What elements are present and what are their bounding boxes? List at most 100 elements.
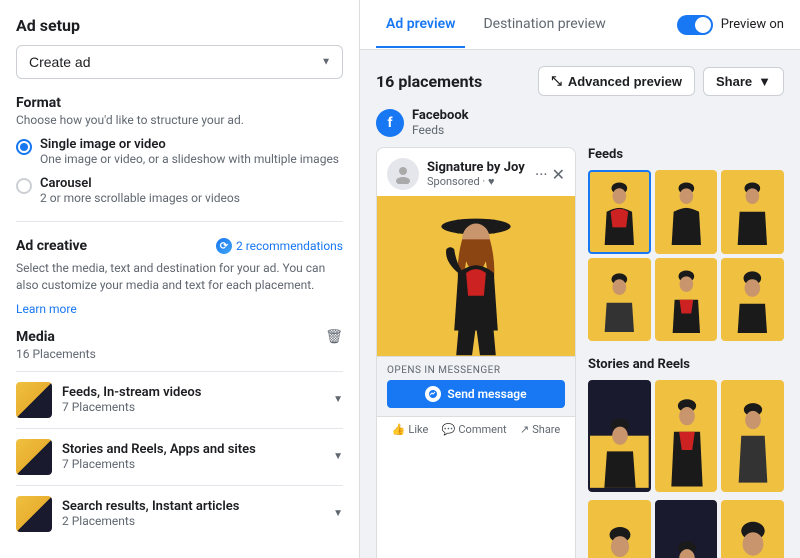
placement-chevron-stories: ▼ bbox=[333, 451, 343, 462]
feeds-thumb-grid bbox=[588, 170, 784, 341]
story-thumb-6[interactable] bbox=[721, 500, 784, 558]
placement-count-feeds: 7 Placements bbox=[62, 400, 333, 414]
trash-icon[interactable]: 🗑 bbox=[325, 329, 343, 345]
create-ad-dropdown-wrap[interactable]: Create ad ▼ bbox=[16, 45, 343, 79]
tab-ad-preview[interactable]: Ad preview bbox=[376, 2, 465, 48]
like-label: Like bbox=[408, 423, 428, 436]
fb-platform-name: Facebook bbox=[412, 108, 469, 123]
story-thumb-3[interactable] bbox=[721, 380, 784, 491]
like-icon: 👍 bbox=[392, 423, 406, 436]
reaction-comment[interactable]: 💬 Comment bbox=[442, 423, 507, 436]
ad-actions: ··· ✕ bbox=[535, 165, 565, 184]
placement-item-stories[interactable]: Stories and Reels, Apps and sites 7 Plac… bbox=[16, 428, 343, 485]
preview-toggle: Preview on bbox=[677, 15, 784, 35]
format-carousel-sub: 2 or more scrollable images or videos bbox=[40, 191, 240, 205]
learn-more-link[interactable]: Learn more bbox=[16, 302, 77, 316]
preview-main: Signature by Joy Sponsored · ♥ ··· ✕ bbox=[376, 147, 784, 558]
tab-destination-preview[interactable]: Destination preview bbox=[473, 2, 615, 48]
story-thumb-1[interactable] bbox=[588, 380, 651, 491]
format-single-label: Single image or video bbox=[40, 137, 339, 152]
ad-cta-button[interactable]: Send message bbox=[387, 380, 565, 408]
ad-cta-label: OPENS IN MESSENGER bbox=[387, 365, 565, 376]
placement-thumb-inner-feeds bbox=[16, 382, 52, 418]
feed-thumb-5[interactable] bbox=[655, 258, 718, 342]
messenger-icon bbox=[425, 386, 441, 402]
format-section: Format Choose how you'd like to structur… bbox=[16, 95, 343, 205]
reaction-share[interactable]: ↗ Share bbox=[520, 423, 560, 436]
placement-chevron-search: ▼ bbox=[333, 508, 343, 519]
feeds-section-title: Feeds bbox=[588, 147, 784, 162]
recommendations-badge: ⟳ 2 recommendations bbox=[216, 238, 343, 254]
placement-thumb-inner-search bbox=[16, 496, 52, 532]
feed-thumb-2[interactable] bbox=[655, 170, 718, 254]
ad-page-name: Signature by Joy bbox=[427, 160, 535, 175]
placement-thumb-feeds bbox=[16, 382, 52, 418]
placement-count-stories: 7 Placements bbox=[62, 457, 333, 471]
placement-info-stories: Stories and Reels, Apps and sites 7 Plac… bbox=[62, 442, 333, 471]
thumbnails-col: Feeds bbox=[588, 147, 784, 558]
placement-thumb-stories bbox=[16, 439, 52, 475]
comment-label: Comment bbox=[458, 423, 506, 436]
feed-thumb-3[interactable] bbox=[721, 170, 784, 254]
left-panel: Ad setup Create ad ▼ Format Choose how y… bbox=[0, 0, 360, 558]
reaction-like[interactable]: 👍 Like bbox=[392, 423, 429, 436]
ad-image bbox=[377, 196, 575, 356]
media-header: Media 🗑 bbox=[16, 329, 343, 345]
ad-creative-section: Ad creative ⟳ 2 recommendations Select t… bbox=[16, 238, 343, 317]
tabs-bar: Ad preview Destination preview Preview o… bbox=[360, 0, 800, 50]
preview-toggle-switch[interactable] bbox=[677, 15, 713, 35]
close-icon[interactable]: ✕ bbox=[552, 165, 565, 184]
feed-thumb-1[interactable] bbox=[588, 170, 651, 254]
preview-toggle-label: Preview on bbox=[721, 17, 784, 32]
advanced-preview-label: Advanced preview bbox=[568, 74, 682, 89]
share-chevron-icon: ▼ bbox=[758, 74, 771, 89]
placement-thumb-inner-stories bbox=[16, 439, 52, 475]
format-single-option[interactable]: Single image or video One image or video… bbox=[16, 137, 343, 166]
placement-name-feeds: Feeds, In-stream videos bbox=[62, 385, 333, 400]
share-button[interactable]: Share ▼ bbox=[703, 67, 784, 96]
divider-1 bbox=[16, 221, 343, 222]
create-ad-dropdown[interactable]: Create ad bbox=[16, 45, 343, 79]
ad-cta: OPENS IN MESSENGER Send message bbox=[377, 356, 575, 416]
feed-thumb-6[interactable] bbox=[721, 258, 784, 342]
expand-icon: ⤡ bbox=[551, 73, 561, 89]
story-thumb-4[interactable] bbox=[588, 500, 651, 558]
feed-thumb-4[interactable] bbox=[588, 258, 651, 342]
placement-count-search: 2 Placements bbox=[62, 514, 333, 528]
ad-avatar bbox=[387, 158, 419, 190]
media-title: Media bbox=[16, 329, 55, 345]
ad-creative-header: Ad creative ⟳ 2 recommendations bbox=[16, 238, 343, 254]
stories-thumb-grid bbox=[588, 380, 784, 558]
placements-count: 16 placements bbox=[376, 72, 482, 91]
preview-actions: ⤡ Advanced preview Share ▼ bbox=[538, 66, 784, 96]
story-thumb-2[interactable] bbox=[655, 380, 718, 491]
ad-sponsored: Sponsored · ♥ bbox=[427, 175, 535, 188]
ad-reactions: 👍 Like 💬 Comment ↗ Share bbox=[377, 416, 575, 442]
share-icon: ↗ bbox=[520, 423, 529, 436]
format-label: Format bbox=[16, 95, 343, 111]
format-single-text: Single image or video One image or video… bbox=[40, 137, 339, 166]
story-thumb-5[interactable] bbox=[655, 500, 718, 558]
right-panel: Ad preview Destination preview Preview o… bbox=[360, 0, 800, 558]
fb-platform-info: Facebook Feeds bbox=[412, 108, 469, 137]
placement-name-stories: Stories and Reels, Apps and sites bbox=[62, 442, 333, 457]
format-desc: Choose how you'd like to structure your … bbox=[16, 113, 343, 127]
more-options-icon[interactable]: ··· bbox=[535, 165, 548, 184]
format-carousel-radio[interactable] bbox=[16, 178, 32, 194]
facebook-logo-icon: f bbox=[376, 109, 404, 137]
placement-info-search: Search results, Instant articles 2 Place… bbox=[62, 499, 333, 528]
share-label: Share bbox=[716, 74, 752, 89]
share-reaction-label: Share bbox=[532, 423, 560, 436]
recommendations-icon: ⟳ bbox=[216, 238, 232, 254]
format-single-radio[interactable] bbox=[16, 139, 32, 155]
placement-item-search[interactable]: Search results, Instant articles 2 Place… bbox=[16, 485, 343, 542]
ad-image-svg bbox=[377, 196, 575, 356]
advanced-preview-button[interactable]: ⤡ Advanced preview bbox=[538, 66, 695, 96]
placement-info-feeds: Feeds, In-stream videos 7 Placements bbox=[62, 385, 333, 414]
preview-content: 16 placements ⤡ Advanced preview Share ▼… bbox=[360, 50, 800, 558]
recommendations-count: 2 recommendations bbox=[236, 239, 343, 253]
format-single-sub: One image or video, or a slideshow with … bbox=[40, 152, 339, 166]
placement-thumb-search bbox=[16, 496, 52, 532]
placement-item-feeds[interactable]: Feeds, In-stream videos 7 Placements ▼ bbox=[16, 371, 343, 428]
format-carousel-option[interactable]: Carousel 2 or more scrollable images or … bbox=[16, 176, 343, 205]
